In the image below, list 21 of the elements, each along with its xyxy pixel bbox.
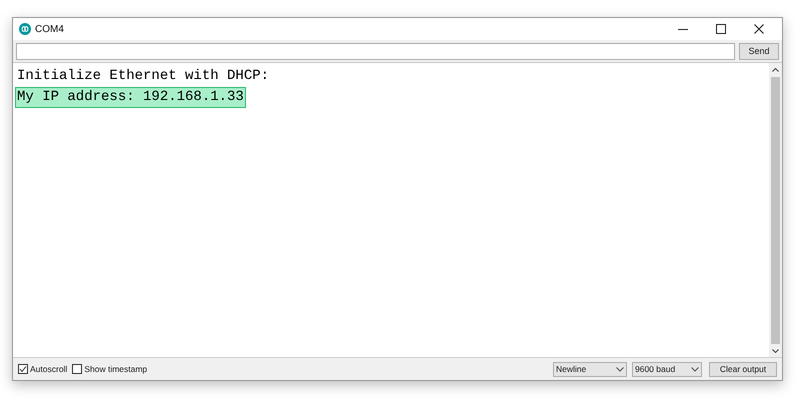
- chevron-down-icon: [772, 349, 779, 353]
- checkbox[interactable]: [18, 364, 28, 374]
- clear-output-button[interactable]: Clear output: [709, 362, 777, 376]
- maximize-icon: [716, 24, 726, 34]
- chevron-down-icon: [616, 366, 624, 372]
- baud-rate-dropdown[interactable]: 9600 baud: [632, 362, 702, 376]
- send-button[interactable]: Send: [739, 43, 779, 60]
- output-line: Initialize Ethernet with DHCP:: [16, 67, 270, 86]
- scrollbar-thumb[interactable]: [771, 77, 780, 344]
- minimize-icon: [678, 28, 688, 30]
- close-icon: [754, 24, 764, 34]
- line-ending-dropdown[interactable]: Newline: [553, 362, 627, 376]
- chevron-up-icon: [772, 68, 779, 72]
- message-input-field[interactable]: [16, 43, 735, 60]
- checkbox-label: Autoscroll: [30, 362, 68, 376]
- checkbox[interactable]: [72, 364, 82, 374]
- window-title: COM4: [35, 22, 64, 36]
- infinity-logo-icon: [19, 23, 31, 35]
- chevron-down-icon: [691, 366, 699, 372]
- checkbox-label: Show timestamp: [84, 362, 148, 376]
- vertical-scrollbar[interactable]: [769, 63, 782, 357]
